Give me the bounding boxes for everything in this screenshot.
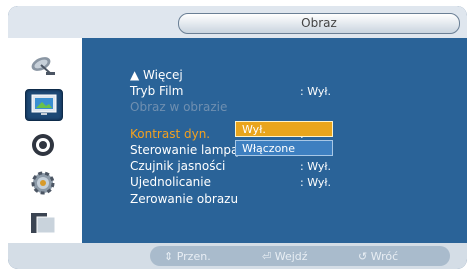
sidebar-item-setup[interactable] <box>25 168 61 198</box>
brightness-sensor-value: : Wył. <box>300 160 332 173</box>
option-on[interactable]: Włączone <box>235 140 333 156</box>
film-mode-value: : Wył. <box>300 85 332 98</box>
title-bar: Obraz <box>8 6 467 38</box>
back-label: Wróć <box>370 250 399 263</box>
option-off[interactable]: Wył. <box>235 121 333 137</box>
uniformity-value: : Wył. <box>300 176 332 189</box>
help-bar: ⇕ Przen. ⏎ Wejdź ↺ Wróć <box>150 246 450 266</box>
satellite-dish-icon <box>31 57 55 75</box>
value-dropdown: Wył. Włączone <box>235 121 335 158</box>
menu-item-film-mode[interactable]: Tryb Film <box>130 84 183 99</box>
enter-icon: ⏎ <box>262 250 272 263</box>
picture-icon <box>31 94 57 115</box>
menu-title: Obraz <box>178 13 460 34</box>
enter-hint: ⏎ Wejdź <box>262 250 308 263</box>
move-label: Przen. <box>176 250 211 263</box>
menu-item-uniformity[interactable]: Ujednolicanie <box>130 175 211 190</box>
menu-item-picture-reset[interactable]: Zerowanie obrazu <box>130 192 238 207</box>
bottom-bar: ⇕ Przen. ⏎ Wejdź ↺ Wróć <box>8 243 467 269</box>
back-hint: ↺ Wróć <box>358 250 398 263</box>
menu-item-pip: Obraz w obrazie <box>130 100 228 114</box>
menu-item-brightness-sensor[interactable]: Czujnik jasności <box>130 159 225 174</box>
osd-menu: Obraz ▲ Więcej Tryb Film: Wył. Obraz w … <box>8 6 467 269</box>
sidebar <box>8 38 82 243</box>
gear-icon <box>31 171 55 195</box>
updown-arrow-icon: ⇕ <box>164 250 174 263</box>
move-hint: ⇕ Przen. <box>164 250 211 263</box>
sidebar-item-sound[interactable] <box>25 130 61 160</box>
sidebar-item-multi-window[interactable] <box>25 208 61 238</box>
menu-item-dynamic-contrast[interactable]: Kontrast dyn. <box>130 127 210 142</box>
more-item[interactable]: ▲ Więcej <box>130 68 183 83</box>
enter-label: Wejdź <box>274 250 308 263</box>
return-icon: ↺ <box>358 250 368 263</box>
menu-item-lamp-control[interactable]: Sterowanie lampą <box>130 143 238 158</box>
speaker-icon <box>32 134 54 156</box>
sidebar-item-picture[interactable] <box>25 89 63 121</box>
sidebar-item-input[interactable] <box>25 50 61 80</box>
multi-window-icon <box>31 213 56 234</box>
